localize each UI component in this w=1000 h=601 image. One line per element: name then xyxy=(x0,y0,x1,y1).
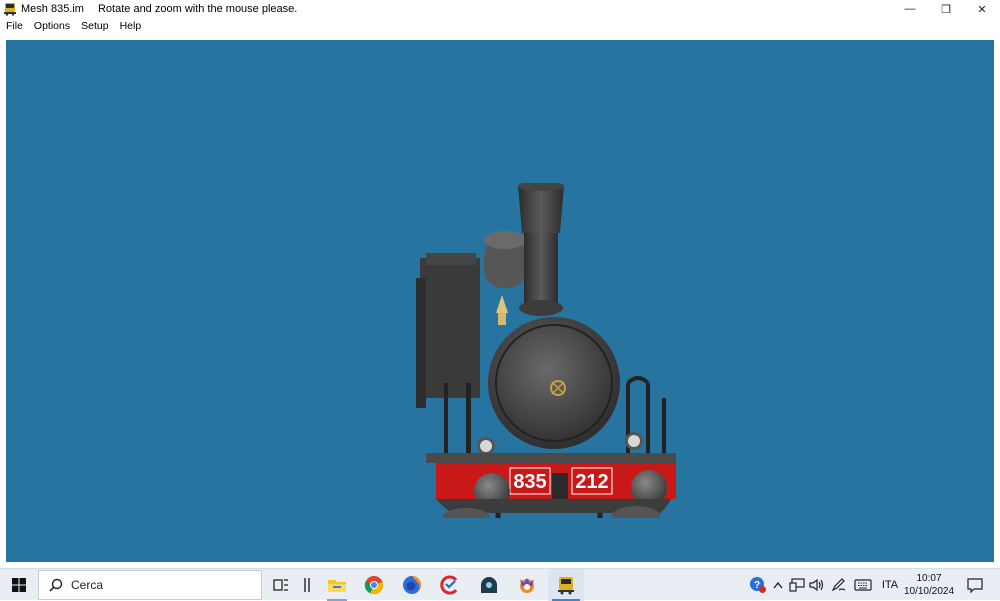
menu-file[interactable]: File xyxy=(0,20,28,32)
app-dome-icon[interactable] xyxy=(471,569,507,601)
menu-bar: File Options Setup Help xyxy=(0,18,1000,34)
file-explorer-icon[interactable] xyxy=(319,569,355,601)
locomotive-model[interactable]: 835 212 xyxy=(406,183,686,518)
ccleaner-icon[interactable] xyxy=(432,569,468,601)
number-plate-left: 835 xyxy=(513,471,546,493)
search-box[interactable] xyxy=(38,570,262,600)
search-icon xyxy=(49,578,63,592)
clock-date: 10/10/2024 xyxy=(903,586,955,597)
app-badge-icon[interactable] xyxy=(509,569,545,601)
close-button[interactable]: ✕ xyxy=(964,0,1000,18)
menu-setup[interactable]: Setup xyxy=(75,20,113,32)
search-input[interactable] xyxy=(71,578,251,592)
window-title: Mesh 835.im xyxy=(21,3,84,15)
taskbar: ? ITA 10:07 10/10/2024 xyxy=(0,568,1000,601)
clock-time: 10:07 xyxy=(916,573,942,584)
help-badge-icon[interactable]: ? xyxy=(748,569,768,601)
minimize-button[interactable]: — xyxy=(892,0,928,18)
app-icon xyxy=(4,3,16,16)
menu-options[interactable]: Options xyxy=(28,20,75,32)
network-icon[interactable] xyxy=(788,569,806,601)
keyboard-icon[interactable] xyxy=(852,569,874,601)
notifications-icon[interactable] xyxy=(962,569,988,601)
chevron-up-icon[interactable] xyxy=(770,569,786,601)
clock[interactable]: 10:07 10/10/2024 xyxy=(902,572,956,598)
windows-logo-icon xyxy=(12,578,26,592)
chrome-icon[interactable] xyxy=(356,569,392,601)
pen-icon[interactable] xyxy=(830,569,848,601)
window-hint: Rotate and zoom with the mouse please. xyxy=(97,3,298,15)
menu-help[interactable]: Help xyxy=(114,20,147,32)
number-plate-right: 212 xyxy=(575,471,608,493)
3d-viewport[interactable]: 835 212 xyxy=(6,40,994,562)
volume-icon[interactable] xyxy=(808,569,826,601)
title-bar[interactable]: Mesh 835.im Rotate and zoom with the mou… xyxy=(0,0,1000,18)
restore-button[interactable]: ❐ xyxy=(928,0,964,18)
firefox-icon[interactable] xyxy=(394,569,430,601)
start-button[interactable] xyxy=(0,569,38,601)
language-indicator[interactable]: ITA xyxy=(878,569,902,601)
window-controls: — ❐ ✕ xyxy=(892,0,1000,18)
mesh-viewer-icon[interactable] xyxy=(548,569,584,601)
